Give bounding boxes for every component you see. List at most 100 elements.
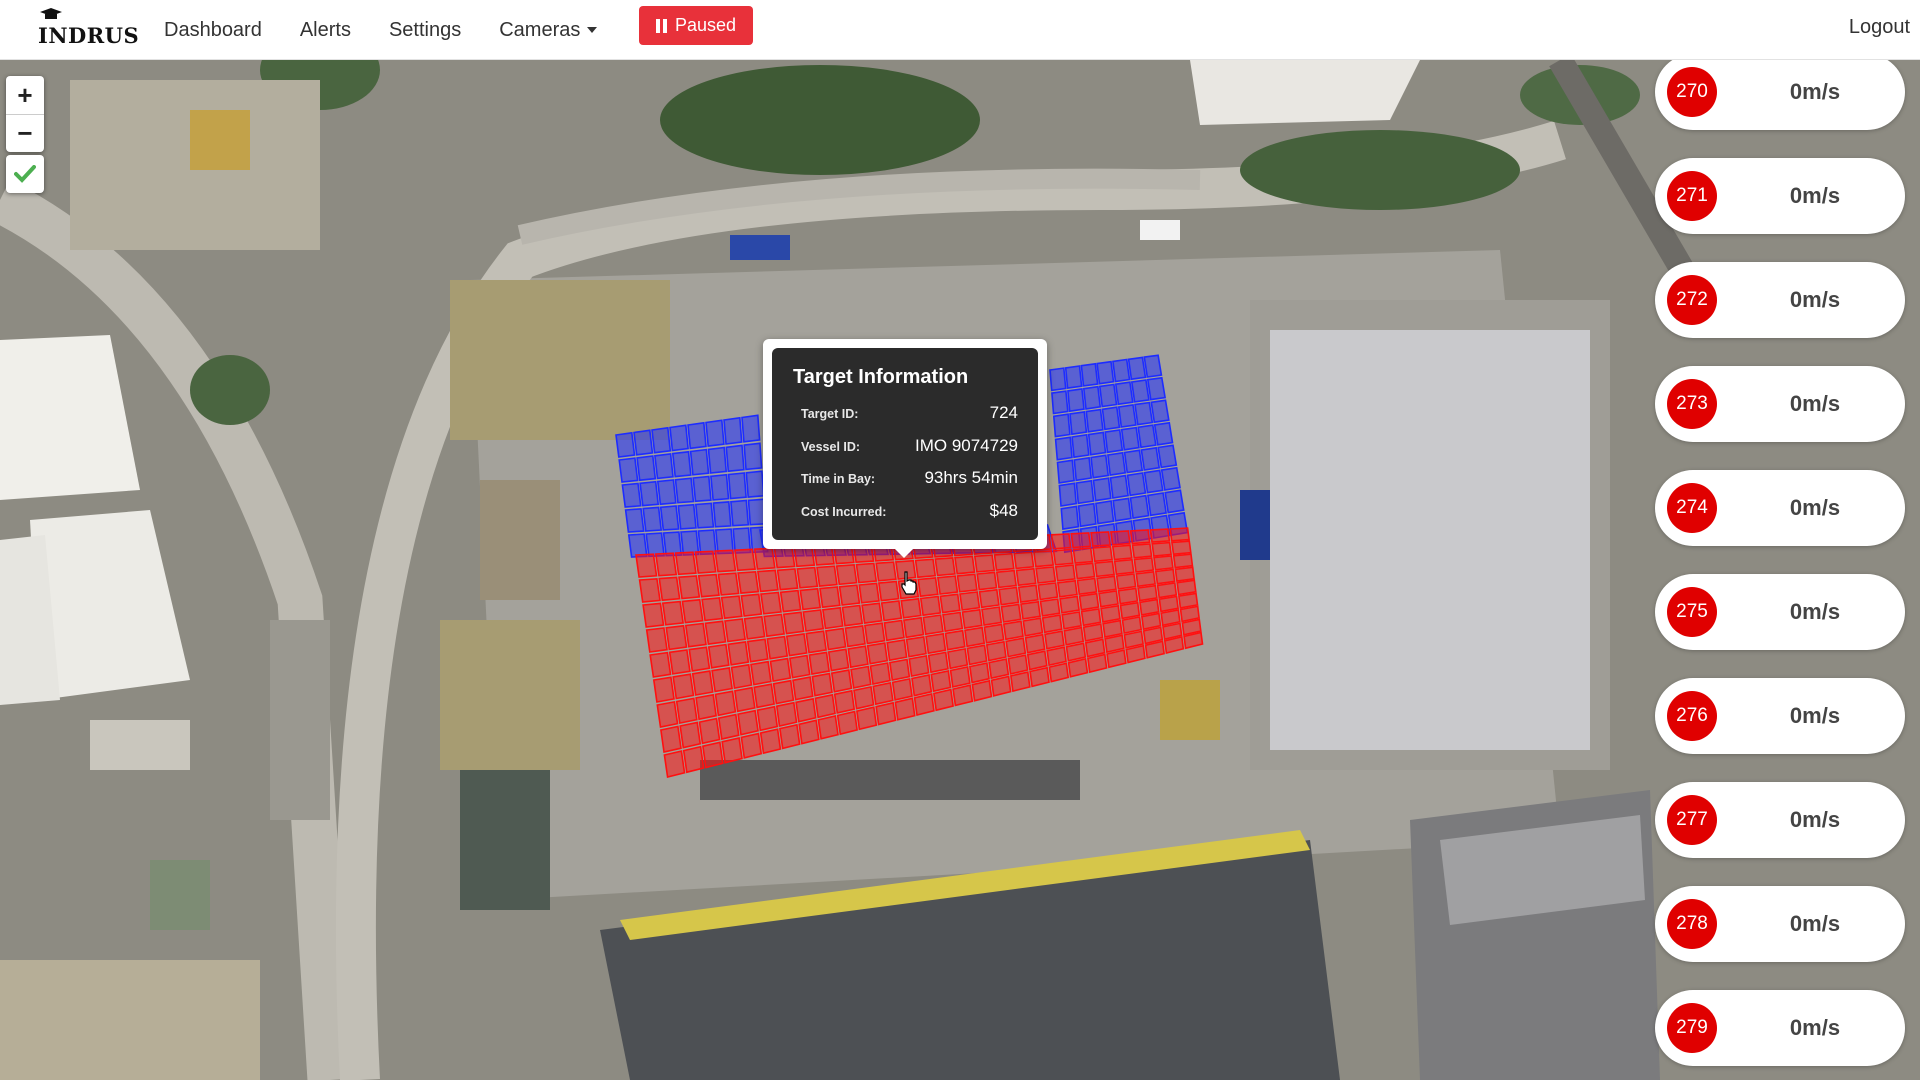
bay-cell[interactable] <box>734 686 756 713</box>
bay-cell[interactable] <box>753 547 776 570</box>
bay-cell[interactable] <box>908 654 930 678</box>
bay-cell[interactable] <box>1007 654 1029 675</box>
bay-cell[interactable] <box>645 627 668 653</box>
bay-cell[interactable] <box>1067 657 1089 678</box>
target-card[interactable]: 272 0m/s <box>1655 262 1905 338</box>
bay-cell[interactable] <box>1121 616 1143 635</box>
bay-cell[interactable] <box>905 635 927 658</box>
bay-cell[interactable] <box>1157 444 1178 469</box>
bay-cell[interactable] <box>833 689 856 714</box>
bay-cell[interactable] <box>741 414 761 443</box>
target-card[interactable]: 271 0m/s <box>1655 158 1905 234</box>
bay-cell[interactable] <box>973 554 996 573</box>
bay-cell[interactable] <box>1082 623 1104 642</box>
bay-cell[interactable] <box>949 666 971 688</box>
bay-cell[interactable] <box>841 604 864 627</box>
bay-cell[interactable] <box>1107 451 1127 477</box>
bay-cell[interactable] <box>792 676 814 701</box>
bay-cell[interactable] <box>1082 385 1102 410</box>
bay-cell[interactable] <box>853 685 875 710</box>
paused-button[interactable]: Paused <box>639 6 753 45</box>
bay-cell[interactable] <box>1100 604 1121 623</box>
bay-cell[interactable] <box>779 723 801 750</box>
bay-cell[interactable] <box>959 591 981 611</box>
bay-cell[interactable] <box>658 576 681 602</box>
bay-cell[interactable] <box>656 700 679 728</box>
bay-cell[interactable] <box>1176 579 1197 596</box>
zoom-out-button[interactable]: − <box>6 114 44 152</box>
bay-cell[interactable] <box>714 549 737 573</box>
bay-cell[interactable] <box>1020 600 1041 620</box>
bay-cell[interactable] <box>639 480 660 507</box>
bay-cell[interactable] <box>788 654 811 679</box>
bay-cell[interactable] <box>1137 424 1157 449</box>
bay-cell[interactable] <box>1146 492 1168 517</box>
bay-cell[interactable] <box>660 725 682 753</box>
nav-settings[interactable]: Settings <box>389 19 461 42</box>
bay-cell[interactable] <box>727 640 750 666</box>
target-card[interactable]: 270 0m/s <box>1655 54 1905 130</box>
bay-cell[interactable] <box>856 706 878 731</box>
bay-cell[interactable] <box>875 701 897 726</box>
bay-cell[interactable] <box>1064 365 1083 390</box>
bay-cell[interactable] <box>652 676 675 703</box>
bay-cell[interactable] <box>1153 421 1174 446</box>
bay-cell[interactable] <box>1163 635 1185 654</box>
bay-cell[interactable] <box>956 573 978 593</box>
bay-cell[interactable] <box>724 618 747 643</box>
bay-cell[interactable] <box>1048 662 1070 683</box>
target-card[interactable]: 276 0m/s <box>1655 678 1905 754</box>
bay-cell[interactable] <box>665 624 688 651</box>
bay-cell[interactable] <box>779 589 802 613</box>
bay-cell[interactable] <box>763 613 786 638</box>
bay-cell[interactable] <box>934 557 956 577</box>
bay-cell[interactable] <box>971 679 993 702</box>
bay-cell[interactable] <box>674 477 695 504</box>
bay-cell[interactable] <box>773 546 796 569</box>
bay-cell[interactable] <box>1085 408 1104 433</box>
bay-cell[interactable] <box>651 426 672 454</box>
bay-cell[interactable] <box>1126 472 1147 497</box>
bay-cell[interactable] <box>1017 584 1039 603</box>
bay-cell[interactable] <box>688 646 711 672</box>
bay-cell[interactable] <box>694 550 717 574</box>
bay-cell[interactable] <box>675 697 698 725</box>
bay-cell[interactable] <box>1160 609 1181 627</box>
bay-cell[interactable] <box>1063 626 1085 646</box>
bay-cell[interactable] <box>998 586 1020 606</box>
bay-cell[interactable] <box>1054 436 1073 461</box>
bay-cell[interactable] <box>1160 466 1181 491</box>
bay-cell[interactable] <box>712 501 732 528</box>
bay-cell[interactable] <box>798 719 820 745</box>
bay-cell[interactable] <box>714 690 737 717</box>
bay-cell[interactable] <box>993 552 1015 571</box>
bay-cell[interactable] <box>698 717 721 745</box>
bay-cell[interactable] <box>1170 540 1192 556</box>
bay-cell[interactable] <box>1102 619 1123 638</box>
bay-cell[interactable] <box>756 705 779 732</box>
bay-cell[interactable] <box>1067 387 1085 413</box>
bay-cell[interactable] <box>1072 547 1094 564</box>
bay-cell[interactable] <box>966 644 988 666</box>
bay-cell[interactable] <box>1037 582 1059 601</box>
bay-cell[interactable] <box>1056 579 1078 598</box>
bay-cell[interactable] <box>678 575 701 600</box>
bay-cell[interactable] <box>638 577 661 603</box>
bay-cell[interactable] <box>799 587 822 611</box>
bay-cell[interactable] <box>889 658 911 681</box>
bay-cell[interactable] <box>925 632 947 655</box>
bay-cell[interactable] <box>691 670 714 696</box>
bay-cell[interactable] <box>733 548 757 572</box>
bay-cell[interactable] <box>1070 532 1092 549</box>
bay-cell[interactable] <box>615 431 636 458</box>
bay-cell[interactable] <box>835 563 858 586</box>
bay-cell[interactable] <box>1051 390 1069 415</box>
bay-cell[interactable] <box>721 737 743 764</box>
bay-cell[interactable] <box>1154 568 1176 585</box>
bay-cell[interactable] <box>1076 577 1098 596</box>
bay-cell[interactable] <box>1050 533 1072 550</box>
bay-cell[interactable] <box>1073 456 1093 482</box>
bay-cell[interactable] <box>1046 646 1067 667</box>
bay-cell[interactable] <box>1150 399 1170 424</box>
bay-cell[interactable] <box>988 658 1010 680</box>
